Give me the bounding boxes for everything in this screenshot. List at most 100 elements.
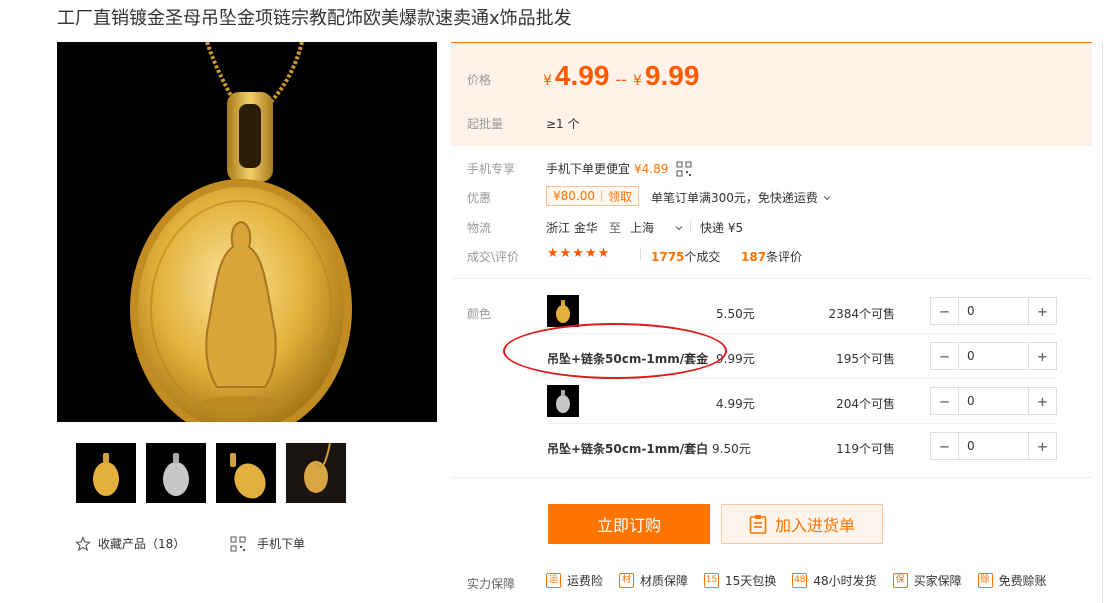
sku-stock: 119个可售 — [836, 442, 895, 456]
coupon-amount: ¥80.00 — [553, 189, 595, 203]
chevron-down-icon — [675, 225, 683, 230]
increase-button[interactable]: + — [1029, 433, 1056, 459]
thumbnail-4[interactable] — [286, 443, 346, 503]
mobile-exclusive-label: 手机专享 — [467, 162, 516, 176]
row-divider — [546, 423, 1056, 424]
quantity-stepper[interactable]: − 0 + — [930, 432, 1057, 460]
rating-stars: ★★★★★ — [547, 246, 611, 261]
quantity-stepper[interactable]: − 0 + — [930, 297, 1057, 325]
quantity-stepper[interactable]: − 0 + — [930, 342, 1057, 370]
sku-stock: 204个可售 — [836, 397, 895, 411]
guarantees-label: 实力保障 — [467, 577, 516, 591]
increase-button[interactable]: + — [1029, 343, 1056, 369]
star-outline-icon — [75, 535, 91, 551]
clipboard-list-icon — [749, 515, 767, 534]
guarantee-buyer-protection[interactable]: 保 买家保障 — [892, 572, 962, 589]
panel-border — [1102, 42, 1103, 603]
thumbnail-2[interactable] — [146, 443, 206, 503]
shipping-fee: 快递 ¥5 — [700, 221, 744, 235]
guarantee-15-day-exchange[interactable]: 15 15天包换 — [704, 572, 776, 589]
increase-button[interactable]: + — [1029, 388, 1056, 414]
favorite-label: 收藏产品（18） — [98, 537, 186, 551]
add-to-cart-label: 加入进货单 — [774, 516, 855, 535]
mobile-exclusive-row[interactable]: 手机下单更便宜 ¥4.89 — [546, 160, 692, 177]
deals-count: 1775 — [651, 250, 685, 264]
review-count-link[interactable]: 187条评价 — [741, 248, 802, 265]
increase-button[interactable]: + — [1029, 298, 1056, 324]
thumbnail-3[interactable] — [216, 443, 276, 503]
sku-image-gold[interactable] — [547, 295, 579, 327]
guarantee-text: 15天包换 — [725, 574, 777, 588]
favorite-product-button[interactable]: 收藏产品（18） — [75, 535, 185, 552]
deals-text: 个成交 — [684, 250, 721, 264]
sku-price: 9.50元 — [712, 442, 751, 456]
add-to-cart-button[interactable]: 加入进货单 — [721, 504, 883, 544]
product-title: 工厂直销镀金圣母吊坠金项链宗教配饰欧美爆款速卖通x饰品批发 — [57, 8, 572, 29]
price-max: 9.99 — [644, 60, 700, 91]
logistics-label: 物流 — [467, 221, 492, 235]
thumbnail-1[interactable] — [76, 443, 136, 503]
chevron-down-icon — [823, 195, 831, 200]
deals-count-link[interactable]: 1775个成交 — [651, 248, 720, 265]
sku-image-silver[interactable] — [547, 385, 579, 417]
coupon-claim-link[interactable]: 领取 — [602, 188, 638, 205]
main-product-image[interactable] — [57, 42, 437, 422]
quantity-input[interactable]: 0 — [958, 298, 1029, 324]
guarantee-48h-shipping[interactable]: 48 48小时发货 — [792, 572, 877, 589]
decrease-button[interactable]: − — [931, 433, 958, 459]
buyer-protection-icon: 保 — [892, 573, 908, 588]
quantity-input[interactable]: 0 — [958, 388, 1029, 414]
freight-insurance-icon: 运 — [546, 573, 561, 588]
destination-value: 上海 — [630, 221, 655, 235]
mobile-order-label: 手机下单 — [257, 537, 306, 551]
quantity-stepper[interactable]: − 0 + — [930, 387, 1057, 415]
decrease-button[interactable]: − — [931, 388, 958, 414]
guarantee-free-credit[interactable]: 赊 免费赊账 — [977, 572, 1047, 589]
guarantee-material[interactable]: 材 材质保障 — [619, 572, 688, 589]
shipping-to: 至 — [609, 221, 622, 235]
qr-code-icon — [676, 161, 692, 176]
review-text: 条评价 — [766, 250, 803, 264]
price-min: 4.99 — [554, 60, 610, 91]
mobile-exclusive-text: 手机下单更便宜 — [546, 162, 631, 176]
destination-select[interactable]: 上海 — [630, 219, 684, 236]
buy-now-button[interactable]: 立即订购 — [548, 504, 710, 544]
price-separator: -- — [615, 70, 627, 89]
mobile-price: ¥4.89 — [634, 161, 669, 176]
coupon-badge[interactable]: ¥80.00 领取 — [546, 186, 640, 206]
review-count: 187 — [741, 250, 767, 264]
currency-symbol: ¥ — [632, 73, 642, 89]
section-divider — [451, 278, 1092, 279]
guarantee-text: 材质保障 — [640, 574, 689, 588]
mobile-order-button[interactable]: 手机下单 — [230, 535, 305, 552]
guarantee-text: 48小时发货 — [813, 574, 877, 588]
promotion-label: 优惠 — [467, 191, 492, 205]
15-day-exchange-icon: 15 — [704, 573, 720, 588]
guarantee-freight-insurance[interactable]: 运 运费险 — [546, 572, 603, 589]
sku-stock: 195个可售 — [836, 352, 895, 366]
color-label: 颜色 — [467, 307, 492, 321]
48h-shipping-icon: 48 — [792, 573, 808, 588]
sku-price: 5.50元 — [716, 307, 755, 321]
quantity-input[interactable]: 0 — [958, 433, 1029, 459]
guarantee-text: 免费赊账 — [998, 574, 1047, 588]
highlight-annotation — [503, 323, 727, 379]
section-divider — [451, 477, 1092, 478]
sku-stock: 2384个可售 — [828, 307, 895, 321]
shipping-origin: 浙江 金华 — [546, 221, 598, 235]
divider — [640, 248, 641, 260]
decrease-button[interactable]: − — [931, 343, 958, 369]
decrease-button[interactable]: − — [931, 298, 958, 324]
moq-label: 起批量 — [467, 117, 504, 131]
sku-price: 4.99元 — [716, 397, 755, 411]
divider — [690, 221, 691, 233]
guarantee-text: 买家保障 — [913, 574, 962, 588]
quantity-input[interactable]: 0 — [958, 343, 1029, 369]
price-label: 价格 — [467, 73, 492, 87]
qr-code-icon — [230, 536, 246, 551]
guarantees-list: 运 运费险 材 材质保障 15 15天包换 48 48小时发货 保 买家保障 赊… — [546, 572, 1063, 589]
guarantee-text: 运费险 — [567, 574, 604, 588]
moq-value: ≥1 个 — [546, 117, 580, 131]
price-range: ¥ 4.99 -- ¥ 9.99 — [543, 60, 699, 92]
free-shipping-promo[interactable]: 单笔订单满300元，免快递运费 — [651, 189, 832, 206]
